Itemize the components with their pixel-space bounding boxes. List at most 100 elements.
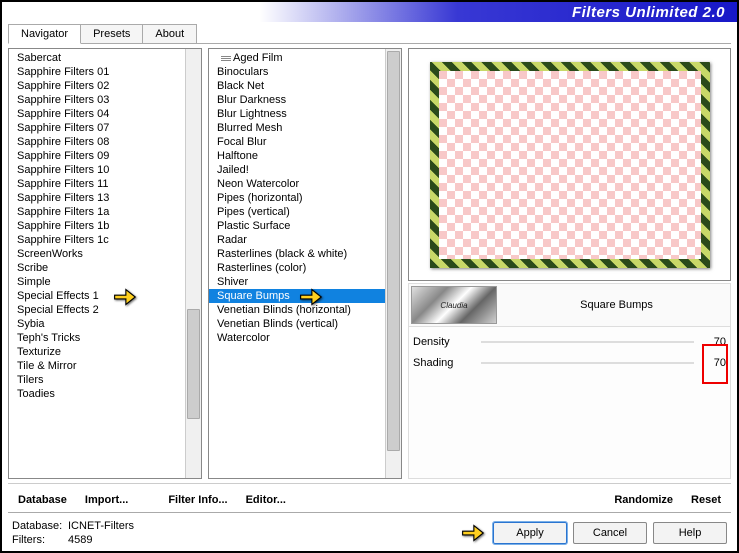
- effect-list[interactable]: Aged FilmBinocularsBlack NetBlur Darknes…: [209, 49, 385, 478]
- category-list-item[interactable]: Sabercat: [9, 51, 185, 65]
- app-title: Filters Unlimited 2.0: [572, 4, 725, 21]
- database-button[interactable]: Database: [10, 490, 75, 510]
- category-list[interactable]: SabercatSapphire Filters 01Sapphire Filt…: [9, 49, 185, 478]
- main-body: SabercatSapphire Filters 01Sapphire Filt…: [8, 48, 731, 479]
- category-scroll-thumb[interactable]: [187, 309, 200, 419]
- param-value: 70: [702, 357, 726, 369]
- param-header: Claudia Square Bumps: [408, 283, 731, 327]
- filters-label: Filters:: [12, 533, 68, 547]
- category-list-pane: SabercatSapphire Filters 01Sapphire Filt…: [8, 48, 202, 479]
- tab-presets[interactable]: Presets: [80, 24, 143, 43]
- tabs-row: Navigator Presets About: [8, 24, 731, 44]
- param-sliders: Density 70 Shading 70: [408, 327, 731, 479]
- category-list-item[interactable]: Special Effects 2: [9, 303, 185, 317]
- preview-image: [430, 62, 710, 268]
- effect-name-header: Square Bumps: [505, 299, 728, 311]
- effect-list-item[interactable]: Shiver: [209, 275, 385, 289]
- param-value: 70: [702, 336, 726, 348]
- filters-value: 4589: [68, 533, 92, 547]
- category-scrollbar[interactable]: [185, 49, 201, 478]
- effect-list-item[interactable]: Pipes (horizontal): [209, 191, 385, 205]
- db-label: Database:: [12, 519, 68, 533]
- effect-list-item[interactable]: Black Net: [209, 79, 385, 93]
- author-thumb-label: Claudia: [440, 301, 467, 310]
- category-list-item[interactable]: Tilers: [9, 373, 185, 387]
- param-label: Density: [413, 336, 481, 348]
- effect-list-item[interactable]: Aged Film: [209, 51, 385, 65]
- category-list-item[interactable]: Sapphire Filters 1a: [9, 205, 185, 219]
- category-list-item[interactable]: Texturize: [9, 345, 185, 359]
- effect-list-item[interactable]: Plastic Surface: [209, 219, 385, 233]
- category-list-item[interactable]: Sapphire Filters 1b: [9, 219, 185, 233]
- cancel-button[interactable]: Cancel: [573, 522, 647, 544]
- effect-scroll-thumb[interactable]: [387, 51, 400, 451]
- right-pane: Claudia Square Bumps Density 70 Shading 70: [408, 48, 731, 479]
- preview-area: [408, 48, 731, 281]
- category-list-item[interactable]: Toadies: [9, 387, 185, 401]
- category-list-item[interactable]: Sapphire Filters 07: [9, 121, 185, 135]
- category-list-item[interactable]: ScreenWorks: [9, 247, 185, 261]
- effect-list-item[interactable]: Blur Darkness: [209, 93, 385, 107]
- effect-list-item[interactable]: Neon Watercolor: [209, 177, 385, 191]
- status-row: Database: ICNET-Filters Filters: 4589 Ap…: [8, 512, 731, 551]
- effect-list-item[interactable]: Binoculars: [209, 65, 385, 79]
- preview-image-border: [430, 62, 710, 268]
- effect-scrollbar[interactable]: [385, 49, 401, 478]
- author-thumbnail: Claudia: [411, 286, 497, 324]
- app-window: Filters Unlimited 2.0 Navigator Presets …: [0, 0, 739, 553]
- param-row: Shading 70: [413, 354, 726, 372]
- effect-list-item[interactable]: Blur Lightness: [209, 107, 385, 121]
- effect-list-item[interactable]: Venetian Blinds (horizontal): [209, 303, 385, 317]
- category-list-item[interactable]: Tile & Mirror: [9, 359, 185, 373]
- category-list-item[interactable]: Sapphire Filters 1c: [9, 233, 185, 247]
- effect-list-item[interactable]: Venetian Blinds (vertical): [209, 317, 385, 331]
- effect-list-item[interactable]: Pipes (vertical): [209, 205, 385, 219]
- content-area: Navigator Presets About SabercatSapphire…: [2, 22, 737, 551]
- category-list-item[interactable]: Sybia: [9, 317, 185, 331]
- status-texts: Database: ICNET-Filters Filters: 4589: [12, 519, 483, 547]
- effect-list-item[interactable]: Watercolor: [209, 331, 385, 345]
- effect-list-item[interactable]: Halftone: [209, 149, 385, 163]
- effect-list-item[interactable]: Focal Blur: [209, 135, 385, 149]
- category-list-item[interactable]: Sapphire Filters 04: [9, 107, 185, 121]
- category-list-item[interactable]: Sapphire Filters 01: [9, 65, 185, 79]
- effect-list-item[interactable]: Jailed!: [209, 163, 385, 177]
- tab-navigator[interactable]: Navigator: [8, 24, 81, 44]
- param-row: Density 70: [413, 333, 726, 351]
- effect-list-item[interactable]: Blurred Mesh: [209, 121, 385, 135]
- category-list-item[interactable]: Sapphire Filters 13: [9, 191, 185, 205]
- category-list-item[interactable]: Sapphire Filters 09: [9, 149, 185, 163]
- grip-icon: [221, 56, 231, 61]
- category-list-item[interactable]: Sapphire Filters 11: [9, 177, 185, 191]
- randomize-button[interactable]: Randomize: [606, 490, 681, 510]
- effect-list-item[interactable]: Rasterlines (color): [209, 261, 385, 275]
- effect-list-item[interactable]: Radar: [209, 233, 385, 247]
- effect-list-item[interactable]: Square Bumps: [209, 289, 385, 303]
- editor-button[interactable]: Editor...: [238, 490, 294, 510]
- category-list-item[interactable]: Simple: [9, 275, 185, 289]
- import-button[interactable]: Import...: [77, 490, 136, 510]
- category-list-item[interactable]: Teph's Tricks: [9, 331, 185, 345]
- params-area: Claudia Square Bumps Density 70 Shading 70: [408, 283, 731, 479]
- toolbar-buttons: Database Import... Filter Info... Editor…: [8, 483, 731, 512]
- category-list-item[interactable]: Special Effects 1: [9, 289, 185, 303]
- title-bar: Filters Unlimited 2.0: [2, 2, 737, 22]
- tab-about[interactable]: About: [142, 24, 197, 43]
- effect-list-label: Aged Film: [233, 52, 283, 64]
- category-list-item[interactable]: Sapphire Filters 02: [9, 79, 185, 93]
- param-slider[interactable]: [481, 335, 694, 349]
- category-list-item[interactable]: Sapphire Filters 08: [9, 135, 185, 149]
- param-label: Shading: [413, 357, 481, 369]
- effect-list-pane: Aged FilmBinocularsBlack NetBlur Darknes…: [208, 48, 402, 479]
- help-button[interactable]: Help: [653, 522, 727, 544]
- category-list-item[interactable]: Sapphire Filters 10: [9, 163, 185, 177]
- dialog-buttons: Apply Cancel Help: [493, 522, 727, 544]
- param-slider[interactable]: [481, 356, 694, 370]
- filter-info-button[interactable]: Filter Info...: [160, 490, 235, 510]
- category-list-item[interactable]: Sapphire Filters 03: [9, 93, 185, 107]
- db-value: ICNET-Filters: [68, 519, 134, 533]
- apply-button[interactable]: Apply: [493, 522, 567, 544]
- category-list-item[interactable]: Scribe: [9, 261, 185, 275]
- reset-button[interactable]: Reset: [683, 490, 729, 510]
- effect-list-item[interactable]: Rasterlines (black & white): [209, 247, 385, 261]
